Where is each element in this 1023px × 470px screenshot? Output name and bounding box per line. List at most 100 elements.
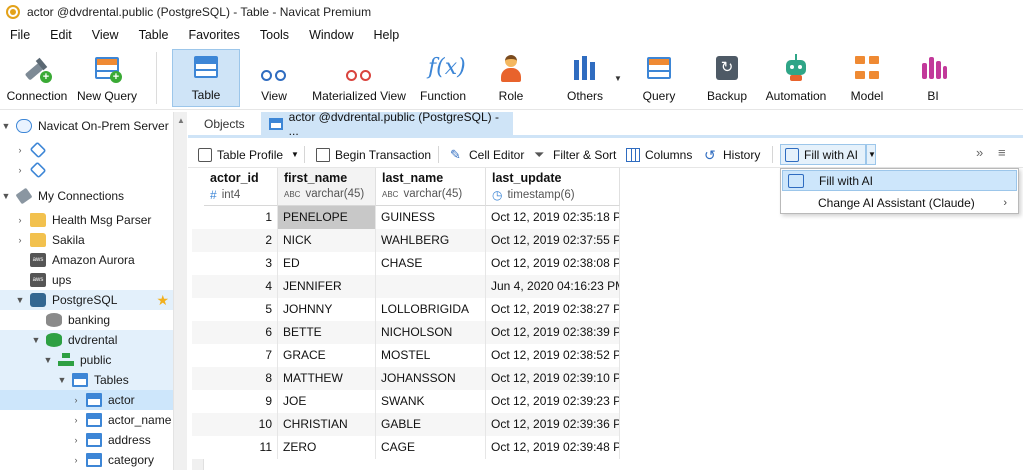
table-row[interactable]: 8 MATTHEW JOHANSSON Oct 12, 2019 02:39:10 P… — [192, 367, 620, 390]
sidebar-scrollbar[interactable]: ▲ — [173, 112, 187, 470]
collapse-chevron-icon[interactable]: › — [14, 215, 26, 225]
menu-tools[interactable]: Tools — [254, 28, 295, 42]
cell-actor-id[interactable]: 8 — [204, 367, 278, 390]
collapse-chevron-icon[interactable]: › — [70, 455, 82, 465]
menu-favorites[interactable]: Favorites — [182, 28, 245, 42]
scroll-up-icon[interactable]: ▲ — [177, 116, 185, 125]
cell-last-update[interactable]: Oct 12, 2019 02:38:52 PM — [486, 344, 620, 367]
table-profile-button[interactable]: Table Profile ▼ — [194, 144, 303, 165]
table-row[interactable]: 7 GRACE MOSTEL Oct 12, 2019 02:38:52 PM — [192, 344, 620, 367]
table-row[interactable]: 1 PENELOPE GUINESS Oct 12, 2019 02:35:18 PM — [192, 206, 620, 229]
cell-actor-id[interactable]: 3 — [204, 252, 278, 275]
star-icon[interactable]: ★ — [156, 292, 169, 309]
cell-first-name[interactable]: ED — [278, 252, 376, 275]
expand-chevron-icon[interactable]: ▼ — [0, 121, 12, 131]
tree-node-banking[interactable]: banking — [0, 310, 173, 330]
tree-node-dvdrental[interactable]: ▼ dvdrental — [0, 330, 173, 350]
tree-node-sakila[interactable]: › Sakila — [0, 230, 173, 250]
menu-item-change-ai-assistant[interactable]: Change AI Assistant (Claude) › — [782, 192, 1017, 213]
cell-last-update[interactable]: Oct 12, 2019 02:39:10 PM — [486, 367, 620, 390]
column-header-last-name[interactable]: last_name ABC varchar(45) — [376, 168, 486, 206]
others-button[interactable]: Others — [558, 49, 612, 107]
function-button[interactable]: f(x) Function — [414, 49, 472, 107]
cell-last-name[interactable]: MOSTEL — [376, 344, 486, 367]
cell-last-update[interactable]: Oct 12, 2019 02:38:08 PM — [486, 252, 620, 275]
model-button[interactable]: Model — [840, 49, 894, 107]
menu-file[interactable]: File — [4, 28, 36, 42]
cell-last-name[interactable]: WAHLBERG — [376, 229, 486, 252]
collapse-chevron-icon[interactable]: › — [14, 235, 26, 245]
menu-view[interactable]: View — [86, 28, 125, 42]
table-row[interactable]: 4 JENNIFER Jun 4, 2020 04:16:23 PM — [192, 275, 620, 298]
cell-last-update[interactable]: Oct 12, 2019 02:35:18 PM — [486, 206, 620, 229]
tab-actor-table[interactable]: actor @dvdrental.public (PostgreSQL) - .… — [261, 110, 513, 138]
cell-first-name[interactable]: JOHNNY — [278, 298, 376, 321]
menu-help[interactable]: Help — [368, 28, 406, 42]
cell-last-update[interactable]: Oct 12, 2019 02:39:23 PM — [486, 390, 620, 413]
expand-chevron-icon[interactable]: ▼ — [42, 355, 54, 365]
bi-button[interactable]: BI — [906, 49, 960, 107]
cell-first-name[interactable]: JENNIFER — [278, 275, 376, 298]
query-button[interactable]: Query — [632, 49, 686, 107]
cell-editor-button[interactable]: ✎ Cell Editor — [446, 144, 528, 165]
collapse-chevron-icon[interactable]: › — [14, 145, 26, 155]
view-button[interactable]: View — [244, 49, 304, 107]
cell-first-name[interactable]: NICK — [278, 229, 376, 252]
tree-node-tables[interactable]: ▼ Tables — [0, 370, 173, 390]
tree-node-category[interactable]: › category — [0, 450, 173, 470]
tree-node-amazon-aurora[interactable]: aws Amazon Aurora — [0, 250, 173, 270]
cell-last-name[interactable]: CHASE — [376, 252, 486, 275]
cell-first-name[interactable]: GRACE — [278, 344, 376, 367]
overflow-chevron-icon[interactable]: » — [976, 145, 983, 160]
tree-node-project-1[interactable]: › — [0, 140, 173, 160]
tree-node-project-2[interactable]: › — [0, 160, 173, 180]
new-query-button[interactable]: + New Query — [74, 49, 140, 107]
cell-last-name[interactable] — [376, 275, 486, 298]
cell-last-name[interactable]: NICHOLSON — [376, 321, 486, 344]
cell-actor-id[interactable]: 10 — [204, 413, 278, 436]
cell-last-update[interactable]: Oct 12, 2019 02:37:55 PM — [486, 229, 620, 252]
table-row[interactable]: 6 BETTE NICHOLSON Oct 12, 2019 02:38:39 PM — [192, 321, 620, 344]
menu-item-fill-with-ai[interactable]: Fill with AI — [782, 170, 1017, 191]
table-row[interactable]: 3 ED CHASE Oct 12, 2019 02:38:08 PM — [192, 252, 620, 275]
collapse-chevron-icon[interactable]: › — [70, 415, 82, 425]
table-button[interactable]: Table — [172, 49, 240, 107]
cell-last-name[interactable]: GABLE — [376, 413, 486, 436]
menu-table[interactable]: Table — [133, 28, 175, 42]
menu-window[interactable]: Window — [303, 28, 359, 42]
cell-first-name[interactable]: ZERO — [278, 436, 376, 459]
menu-lines-icon[interactable]: ≡ — [998, 145, 1006, 160]
role-button[interactable]: Role — [484, 49, 538, 107]
cell-last-update[interactable]: Oct 12, 2019 02:38:39 PM — [486, 321, 620, 344]
cell-actor-id[interactable]: 2 — [204, 229, 278, 252]
cell-actor-id[interactable]: 5 — [204, 298, 278, 321]
column-header-last-update[interactable]: last_update ◷ timestamp(6) — [486, 168, 620, 206]
cell-first-name[interactable]: CHRISTIAN — [278, 413, 376, 436]
others-dropdown-icon[interactable]: ▼ — [614, 74, 622, 83]
table-row[interactable]: 5 JOHNNY LOLLOBRIGIDA Oct 12, 2019 02:38:27… — [192, 298, 620, 321]
column-header-first-name[interactable]: first_name ABC varchar(45) — [278, 168, 376, 206]
column-header-actor-id[interactable]: actor_id # int4 — [204, 168, 278, 206]
history-button[interactable]: ↺ History — [700, 144, 764, 165]
tree-node-address[interactable]: › address — [0, 430, 173, 450]
collapse-chevron-icon[interactable]: › — [70, 395, 82, 405]
cell-last-update[interactable]: Jun 4, 2020 04:16:23 PM — [486, 275, 620, 298]
tab-objects[interactable]: Objects — [196, 112, 253, 135]
filter-sort-button[interactable]: ⏷ Filter & Sort — [530, 144, 620, 165]
table-row[interactable]: 11 ZERO CAGE Oct 12, 2019 02:39:48 PM — [192, 436, 620, 459]
cell-actor-id[interactable]: 1 — [204, 206, 278, 229]
cell-last-name[interactable]: GUINESS — [376, 206, 486, 229]
cell-last-name[interactable]: SWANK — [376, 390, 486, 413]
cell-actor-id[interactable]: 9 — [204, 390, 278, 413]
cell-last-name[interactable]: JOHANSSON — [376, 367, 486, 390]
cell-actor-id[interactable]: 11 — [204, 436, 278, 459]
fill-with-ai-dropdown[interactable]: ▼ — [866, 144, 876, 165]
cell-last-update[interactable]: Oct 12, 2019 02:39:36 PM — [486, 413, 620, 436]
collapse-chevron-icon[interactable]: › — [14, 165, 26, 175]
cell-last-update[interactable]: Oct 12, 2019 02:39:48 PM — [486, 436, 620, 459]
cell-actor-id[interactable]: 4 — [204, 275, 278, 298]
cell-first-name[interactable]: JOE — [278, 390, 376, 413]
table-row[interactable]: 10 CHRISTIAN GABLE Oct 12, 2019 02:39:36 PM — [192, 413, 620, 436]
expand-chevron-icon[interactable]: ▼ — [56, 375, 68, 385]
menu-edit[interactable]: Edit — [44, 28, 78, 42]
